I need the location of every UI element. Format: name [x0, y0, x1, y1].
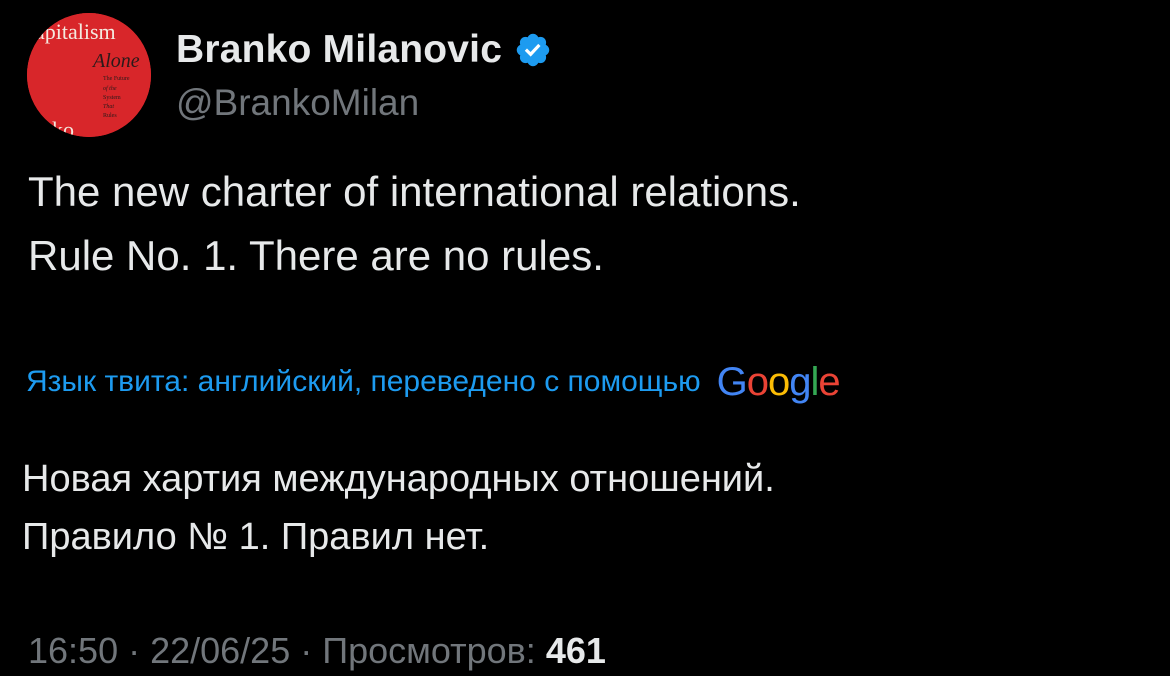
translated-text: Новая хартия международных отношений. Пр…: [22, 450, 775, 566]
avatar-text: Alone: [91, 50, 140, 72]
google-logo-letter: o: [746, 359, 769, 404]
tweet-time[interactable]: 16:50: [28, 630, 118, 671]
avatar-text: nko: [41, 117, 74, 137]
meta-separator: ·: [290, 630, 323, 671]
author-name-label[interactable]: Branko Milanovic: [176, 28, 502, 72]
avatar-text: That: [103, 104, 114, 110]
avatar-text: The Future: [103, 76, 130, 82]
tweet-text: The new charter of international relatio…: [28, 160, 801, 288]
tweet-date[interactable]: 22/06/25: [150, 630, 290, 671]
avatar-text: apitalism: [35, 19, 116, 44]
translation-note[interactable]: Язык твита: английский, переведено с пом…: [26, 358, 841, 406]
avatar[interactable]: apitalism Alone The Future of the System…: [27, 13, 151, 137]
google-logo-letter: e: [818, 359, 840, 404]
google-logo-letter: G: [716, 359, 748, 404]
tweet: apitalism Alone The Future of the System…: [0, 0, 1170, 676]
google-logo-letter: l: [810, 359, 819, 404]
avatar-text: System: [103, 95, 121, 101]
google-logo-letter: g: [789, 359, 811, 404]
avatar-text: Rules: [103, 113, 117, 119]
avatar-book-cover-image: apitalism Alone The Future of the System…: [27, 13, 151, 137]
verified-badge-icon: [516, 33, 550, 67]
translation-note-label[interactable]: Язык твита: английский, переведено с пом…: [26, 365, 701, 399]
author-handle[interactable]: @BrankoMilan: [176, 82, 419, 124]
tweet-text-line: The new charter of international relatio…: [28, 168, 801, 215]
google-logo-icon: Google: [716, 358, 841, 406]
translated-text-line: Новая хартия международных отношений.: [22, 458, 775, 500]
tweet-meta: 16:50 · 22/06/25 · Просмотров: 461: [28, 630, 606, 672]
views-count: 461: [545, 630, 606, 671]
meta-separator: ·: [118, 630, 151, 671]
tweet-text-line: Rule No. 1. There are no rules.: [28, 232, 604, 279]
google-logo-letter: o: [767, 359, 790, 404]
translated-text-line: Правило № 1. Правил нет.: [22, 516, 490, 558]
views-label: Просмотров:: [322, 630, 536, 671]
author-name[interactable]: Branko Milanovic: [176, 28, 552, 72]
avatar-text: of the: [103, 85, 117, 92]
